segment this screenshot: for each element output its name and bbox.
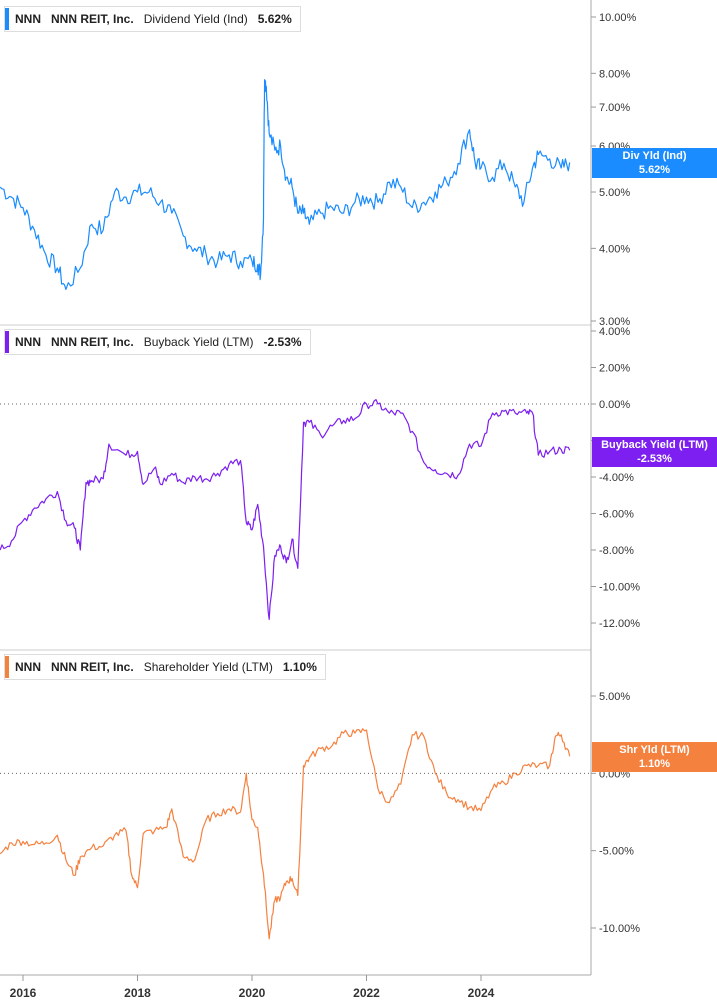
value-badge-buyback-yield: Buyback Yield (LTM) -2.53% xyxy=(592,437,717,467)
legend-company: NNN REIT, Inc. xyxy=(51,12,134,26)
y-tick-label: 8.00% xyxy=(599,68,630,80)
y-tick-label: -6.00% xyxy=(599,509,634,521)
y-tick-label: 0.00% xyxy=(599,399,630,411)
y-tick-label: -4.00% xyxy=(599,472,634,484)
legend-ticker: NNN xyxy=(15,12,41,26)
legend-color-bar xyxy=(5,331,9,353)
legend-value: 5.62% xyxy=(257,12,292,26)
legend-shareholder-yield: NNN NNN REIT, Inc. Shareholder Yield (LT… xyxy=(4,654,326,680)
y-tick-label: 2.00% xyxy=(599,363,630,375)
badge-label: Div Yld (Ind) xyxy=(622,150,687,162)
y-tick-label: 4.00% xyxy=(599,243,630,255)
y-tick-label: 7.00% xyxy=(599,102,630,114)
x-tick-label: 2020 xyxy=(239,986,266,1000)
legend-metric: Dividend Yield (Ind) xyxy=(143,12,248,26)
legend-buyback-yield: NNN NNN REIT, Inc. Buyback Yield (LTM) -… xyxy=(4,329,311,355)
x-tick-label: 2016 xyxy=(10,986,37,1000)
value-badge-shareholder-yield: Shr Yld (LTM) 1.10% xyxy=(592,742,717,772)
badge-value: 5.62% xyxy=(638,164,671,176)
legend-value: 1.10% xyxy=(282,660,317,674)
value-badge-dividend-yield: Div Yld (Ind) 5.62% xyxy=(592,148,717,178)
y-tick-label: 5.00% xyxy=(599,691,630,703)
series-line xyxy=(0,728,571,940)
y-tick-label: -10.00% xyxy=(599,582,640,594)
x-tick-label: 2022 xyxy=(353,986,380,1000)
y-tick-label: -12.00% xyxy=(599,618,640,630)
badge-label: Buyback Yield (LTM) xyxy=(601,439,708,451)
badge-label: Shr Yld (LTM) xyxy=(619,744,690,756)
series-line xyxy=(0,79,571,290)
x-tick-label: 2024 xyxy=(468,986,495,1000)
y-tick-label: -8.00% xyxy=(599,545,634,557)
legend-company: NNN REIT, Inc. xyxy=(51,660,134,674)
legend-dividend-yield: NNN NNN REIT, Inc. Dividend Yield (Ind) … xyxy=(4,6,301,32)
y-tick-label: 5.00% xyxy=(599,187,630,199)
y-tick-label: -10.00% xyxy=(599,923,640,935)
legend-color-bar xyxy=(5,8,9,30)
legend-company: NNN REIT, Inc. xyxy=(51,335,134,349)
legend-ticker: NNN xyxy=(15,660,41,674)
y-tick-label: -5.00% xyxy=(599,846,634,858)
legend-ticker: NNN xyxy=(15,335,41,349)
legend-metric: Buyback Yield (LTM) xyxy=(143,335,254,349)
y-tick-label: 4.00% xyxy=(599,326,630,338)
series-line xyxy=(0,399,571,620)
legend-metric: Shareholder Yield (LTM) xyxy=(143,660,273,674)
y-tick-label: 10.00% xyxy=(599,12,637,24)
legend-color-bar xyxy=(5,656,9,678)
legend-value: -2.53% xyxy=(263,335,302,349)
badge-value: 1.10% xyxy=(638,758,671,770)
badge-value: -2.53% xyxy=(637,453,672,465)
x-tick-label: 2018 xyxy=(124,986,151,1000)
